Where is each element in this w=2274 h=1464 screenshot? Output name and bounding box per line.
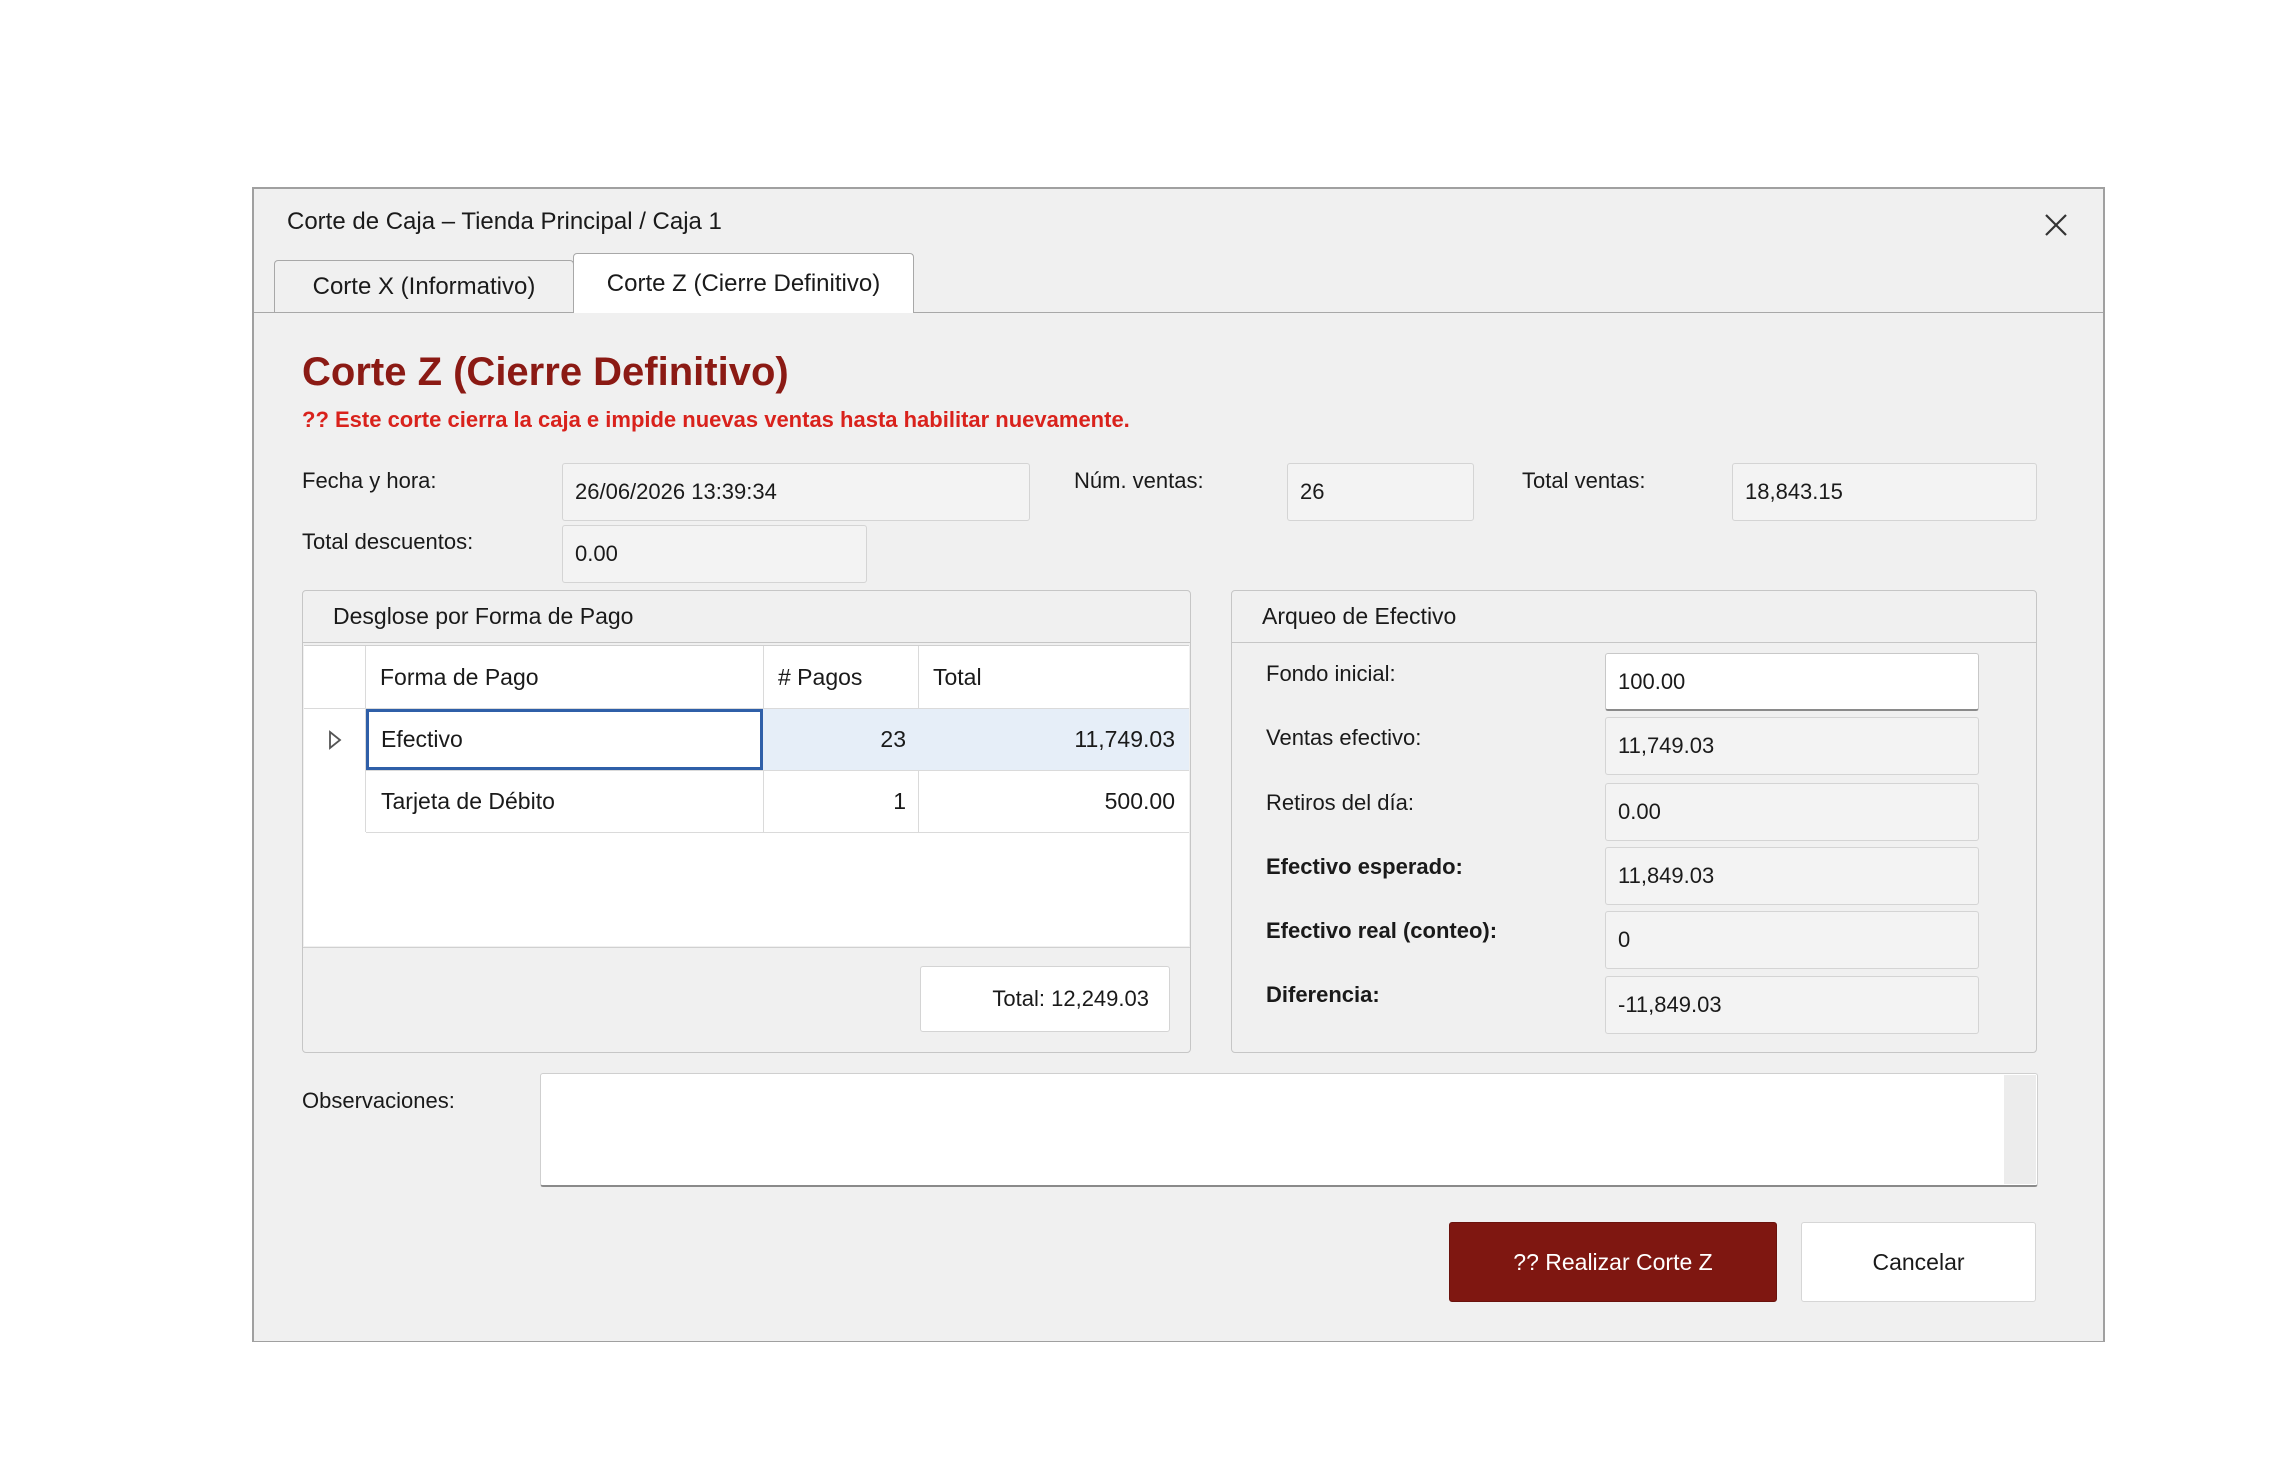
desglose-group: Desglose por Forma de Pago Forma de Pago… (302, 590, 1191, 1053)
arqueo-group: Arqueo de Efectivo Fondo inicial: 100.00… (1231, 590, 2037, 1053)
payment-grid[interactable]: Forma de Pago # Pagos Total Efectivo 23 … (304, 645, 1189, 946)
fecha-label: Fecha y hora: (302, 468, 437, 493)
total-descuentos-label: Total descuentos: (302, 529, 474, 554)
table-cell-total[interactable]: 500.00 (919, 771, 1189, 832)
column-header-total[interactable]: Total (933, 646, 982, 708)
close-button[interactable] (2034, 203, 2078, 247)
diferencia-field[interactable]: -11,849.03 (1605, 976, 1979, 1034)
fecha-field[interactable]: 26/06/2026 13:39:34 (562, 463, 1030, 521)
fondo-inicial-label: Fondo inicial: (1266, 661, 1396, 686)
fondo-inicial-input[interactable]: 100.00 (1605, 653, 1979, 711)
table-cell-forma[interactable]: Efectivo (366, 709, 763, 770)
column-header-forma[interactable]: Forma de Pago (380, 646, 539, 708)
ventas-efectivo-label: Ventas efectivo: (1266, 725, 1422, 750)
tab-corte-z[interactable]: Corte Z (Cierre Definitivo) (573, 253, 914, 313)
table-cell-total[interactable]: 11,749.03 (919, 709, 1189, 770)
arqueo-title: Arqueo de Efectivo (1232, 591, 2036, 643)
row-indicator-icon (304, 709, 365, 770)
num-ventas-field[interactable]: 26 (1287, 463, 1474, 521)
efectivo-real-label: Efectivo real (conteo): (1266, 918, 1498, 943)
retiros-field[interactable]: 0.00 (1605, 783, 1979, 841)
ventas-efectivo-field[interactable]: 11,749.03 (1605, 717, 1979, 775)
total-ventas-label: Total ventas: (1522, 468, 1646, 493)
observaciones-textarea[interactable] (540, 1073, 2038, 1187)
total-descuentos-field[interactable]: 0.00 (562, 525, 867, 583)
efectivo-esperado-field[interactable]: 11,849.03 (1605, 847, 1979, 905)
efectivo-esperado-label: Efectivo esperado: (1266, 854, 1463, 879)
table-cell-pagos[interactable]: 1 (764, 771, 918, 832)
corte-caja-dialog: Corte de Caja – Tienda Principal / Caja … (252, 187, 2105, 1342)
cancel-button[interactable]: Cancelar (1801, 1222, 2036, 1302)
window-title: Corte de Caja – Tienda Principal / Caja … (287, 208, 722, 235)
desglose-title: Desglose por Forma de Pago (303, 591, 1190, 643)
total-ventas-field[interactable]: 18,843.15 (1732, 463, 2037, 521)
observaciones-scrollbar[interactable] (2004, 1075, 2036, 1184)
close-icon (2045, 214, 2067, 236)
table-cell-pagos[interactable]: 23 (764, 709, 918, 770)
realizar-corte-z-button[interactable]: ?? Realizar Corte Z (1449, 1222, 1777, 1302)
num-ventas-label: Núm. ventas: (1074, 468, 1204, 493)
tab-corte-x[interactable]: Corte X (Informativo) (274, 260, 574, 312)
warning-message: ?? Este corte cierra la caja e impide nu… (302, 407, 1130, 432)
efectivo-real-input[interactable]: 0 (1605, 911, 1979, 969)
tab-content: Corte Z (Cierre Definitivo) ?? Este cort… (254, 312, 2103, 1341)
table-cell-forma[interactable]: Tarjeta de Débito (366, 771, 763, 832)
retiros-label: Retiros del día: (1266, 790, 1414, 815)
observaciones-label: Observaciones: (302, 1088, 455, 1113)
page-title: Corte Z (Cierre Definitivo) (302, 350, 789, 394)
diferencia-label: Diferencia: (1266, 982, 1380, 1007)
desglose-total-field: Total: 12,249.03 (920, 966, 1170, 1032)
column-header-pagos[interactable]: # Pagos (778, 646, 862, 708)
